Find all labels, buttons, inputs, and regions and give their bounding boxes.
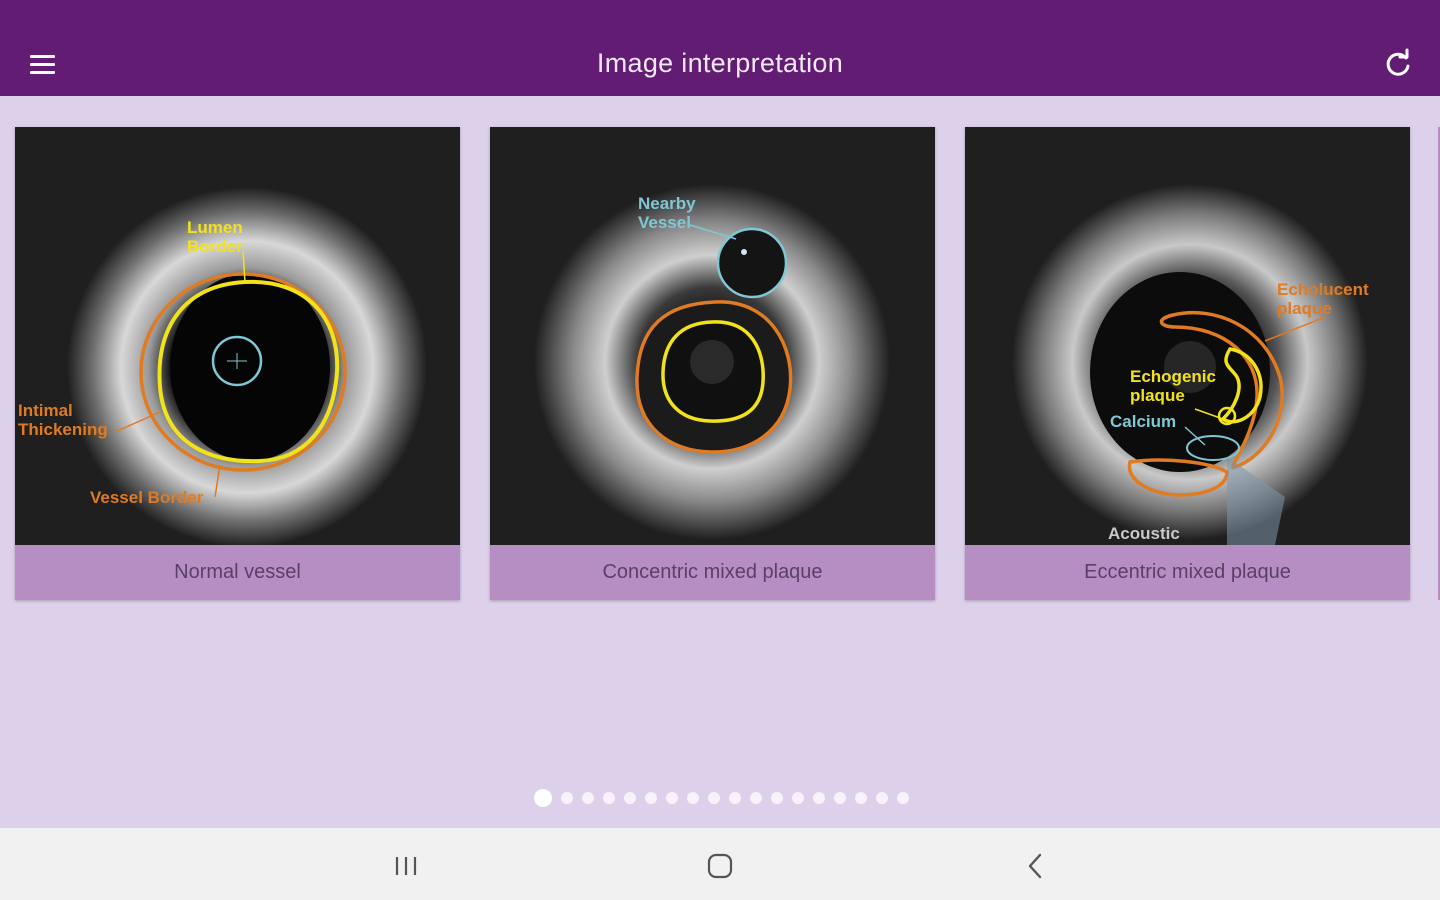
page-indicator [0,789,1440,807]
back-button[interactable] [1005,844,1065,888]
card-concentric-mixed-plaque[interactable]: Nearby Vessel Concentric mixed plaque [490,127,935,600]
svg-text:plaque: plaque [1277,299,1332,318]
nearby-vessel-label: Nearby [638,194,696,213]
refresh-button[interactable] [1382,48,1418,80]
lumen-border-label: Lumen [187,218,243,237]
card-caption: Eccentric mixed plaque [965,545,1410,600]
page-dot[interactable] [770,792,783,804]
calcium-label: Calcium [1110,412,1176,431]
card-normal-vessel[interactable]: Lumen Border Intimal Thickening Vessel B… [15,127,460,600]
ivus-image: Nearby Vessel [490,127,935,545]
page-dot-active[interactable] [533,789,552,807]
ivus-image: Lumen Border Intimal Thickening Vessel B… [15,127,460,545]
image-carousel[interactable]: Lumen Border Intimal Thickening Vessel B… [15,127,1440,602]
echolucent-plaque-label: Echolucent [1277,280,1369,299]
home-button[interactable] [690,844,750,888]
page-dot[interactable] [644,792,657,804]
page-dot[interactable] [665,792,678,804]
svg-text:Border: Border [187,237,243,256]
page-dot[interactable] [728,792,741,804]
intimal-thickening-label: Intimal [18,401,73,420]
system-nav-bar [0,828,1440,900]
page-dot[interactable] [623,792,636,804]
page-dot[interactable] [812,792,825,804]
back-icon [1028,853,1042,879]
page-dot[interactable] [686,792,699,804]
page-dot[interactable] [560,792,573,804]
card-eccentric-mixed-plaque[interactable]: Echolucent plaque Echogenic plaque Calci… [965,127,1410,600]
svg-text:plaque: plaque [1130,386,1185,405]
page-dot[interactable] [707,792,720,804]
ivus-image: Echolucent plaque Echogenic plaque Calci… [965,127,1410,545]
page-dot[interactable] [602,792,615,804]
page-dot[interactable] [581,792,594,804]
page-dot[interactable] [875,792,888,804]
card-caption: Concentric mixed plaque [490,545,935,600]
page-title: Image interpretation [596,48,844,78]
refresh-icon [1386,48,1410,76]
acoustic-label: Acoustic [1108,524,1180,543]
page-dot[interactable] [749,792,762,804]
home-icon [707,853,733,879]
echogenic-plaque-label: Echogenic [1130,367,1216,386]
svg-text:Vessel: Vessel [638,213,691,232]
page-dot[interactable] [833,792,846,804]
svg-text:Thickening: Thickening [18,420,108,439]
page-dot[interactable] [896,792,909,804]
recent-apps-button[interactable] [376,844,436,888]
vessel-border-label: Vessel Border [90,488,204,507]
page-dot[interactable] [854,792,867,804]
page-dot[interactable] [791,792,804,804]
recent-apps-icon [395,857,417,875]
card-caption: Normal vessel [15,545,460,600]
app-bar: Image interpretation [0,0,1440,96]
